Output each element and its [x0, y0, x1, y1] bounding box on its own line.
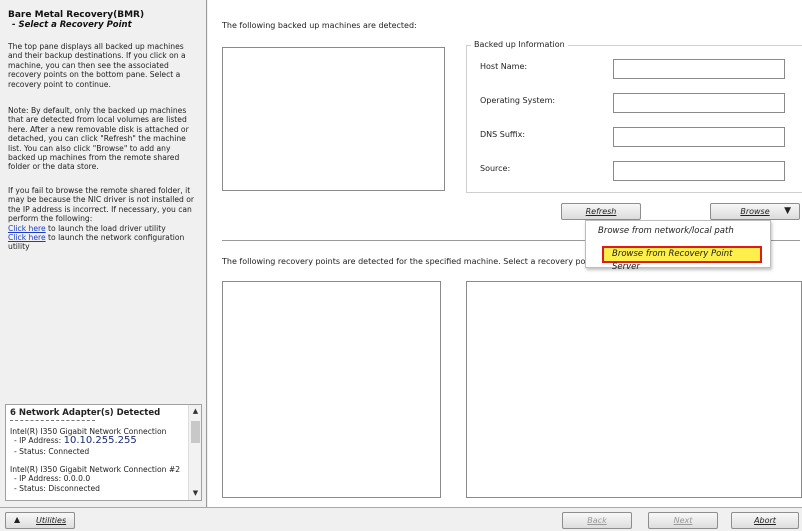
machines-label: The following backed up machines are det…: [222, 21, 417, 30]
source-label: Source:: [480, 164, 511, 173]
network-scrollbar[interactable]: ▲ ▼: [188, 405, 201, 500]
description-paragraph-3-text: If you fail to browse the remote shared …: [8, 186, 195, 224]
menu-item-browse-recovery-point-server-label: Browse from Recovery Point Server: [612, 249, 733, 272]
browse-button[interactable]: Browse ▼: [710, 203, 800, 220]
recovery-points-list[interactable]: [222, 281, 441, 498]
bottom-bar: ▲ Utilities Back Next Abort: [0, 507, 802, 531]
menu-item-browse-recovery-point-server[interactable]: Browse from Recovery Point Server: [602, 246, 762, 272]
browse-dropdown-menu: Browse from network/local path Browse fr…: [585, 220, 771, 272]
scroll-up-icon[interactable]: ▲: [191, 407, 200, 416]
network-config-link[interactable]: Click here: [8, 233, 46, 242]
wizard-subtitle: - Select a Recovery Point: [12, 20, 132, 30]
adapter-2-status: - Status: Disconnected: [14, 484, 101, 493]
scroll-down-icon[interactable]: ▼: [191, 489, 200, 498]
abort-button-label: Abort: [754, 516, 776, 525]
load-driver-link-text: to launch the load driver utility: [45, 223, 166, 233]
network-separator: [10, 420, 95, 421]
menu-item-browse-network-path[interactable]: Browse from network/local path: [598, 226, 734, 236]
next-button-label: Next: [673, 516, 693, 525]
refresh-button-label: Refresh: [585, 207, 617, 216]
adapter-1-ip-value: 10.10.255.255: [63, 435, 137, 446]
adapter-1-status: - Status: Connected: [14, 447, 90, 456]
host-name-field: [613, 59, 785, 79]
load-driver-link[interactable]: Click here: [8, 224, 46, 233]
next-button[interactable]: Next: [648, 512, 718, 529]
back-button-label: Back: [587, 516, 607, 525]
machines-list[interactable]: [222, 47, 445, 191]
network-adapters-panel[interactable]: 6 Network Adapter(s) Detected Intel(R) I…: [5, 404, 202, 501]
adapter-2-ip: - IP Address: 0.0.0.0: [14, 474, 91, 483]
utilities-button[interactable]: ▲ Utilities: [5, 512, 75, 529]
backup-info-title: Backed up Information: [471, 40, 568, 49]
arrow-up-icon: ▲: [14, 515, 21, 524]
recovery-points-label: The following recovery points are detect…: [222, 257, 604, 266]
os-field: [613, 93, 785, 113]
adapter-1-ip-label: - IP Address:: [14, 436, 64, 445]
refresh-button[interactable]: Refresh: [561, 203, 641, 220]
description-paragraph-3: If you fail to browse the remote shared …: [8, 186, 200, 252]
description-paragraph-2: Note: By default, only the backed up mac…: [8, 106, 189, 172]
os-label: Operating System:: [480, 96, 556, 105]
chevron-down-icon: ▼: [784, 206, 791, 216]
network-adapters-title: 6 Network Adapter(s) Detected: [10, 408, 161, 418]
dns-suffix-field: [613, 127, 785, 147]
left-pane: Bare Metal Recovery(BMR) - Select a Reco…: [0, 0, 207, 507]
right-pane: The following backed up machines are det…: [208, 0, 802, 507]
host-name-label: Host Name:: [480, 62, 528, 71]
back-button[interactable]: Back: [562, 512, 632, 529]
adapter-2-name: Intel(R) I350 Gigabit Network Connection…: [10, 465, 181, 474]
abort-button[interactable]: Abort: [731, 512, 799, 529]
browse-button-label: Browse: [740, 207, 770, 216]
wizard-title: Bare Metal Recovery(BMR): [8, 10, 145, 20]
dns-suffix-label: DNS Suffix:: [480, 130, 526, 139]
adapter-1-ip: - IP Address: 10.10.255.255: [14, 435, 137, 446]
description-paragraph-1: The top pane displays all backed up mach…: [8, 42, 186, 89]
source-field: [613, 161, 785, 181]
scrollbar-thumb[interactable]: [191, 421, 200, 443]
recovery-point-details[interactable]: [466, 281, 802, 498]
utilities-button-label: Utilities: [36, 516, 67, 525]
